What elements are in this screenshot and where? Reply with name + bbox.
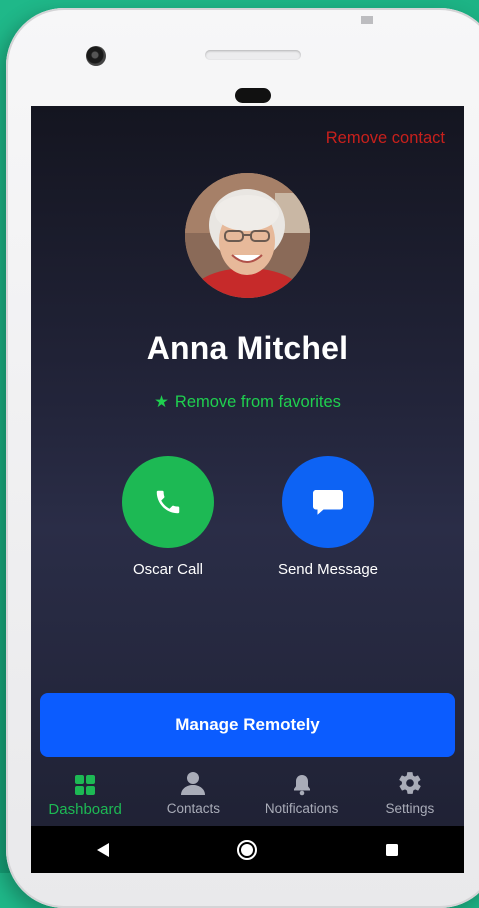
tab-notifications-label: Notifications bbox=[264, 801, 339, 816]
recents-button[interactable] bbox=[362, 830, 422, 870]
remove-contact-link[interactable]: Remove contact bbox=[326, 129, 445, 148]
tab-settings-label: Settings bbox=[385, 801, 435, 816]
remove-favorite-link[interactable]: ★ Remove from favorites bbox=[31, 392, 464, 412]
favorite-label: Remove from favorites bbox=[174, 393, 341, 411]
call-button[interactable] bbox=[122, 456, 214, 548]
home-icon bbox=[237, 839, 258, 860]
call-label: Oscar Call bbox=[132, 561, 203, 578]
phone-top-notch bbox=[361, 16, 373, 24]
message-icon bbox=[313, 490, 343, 515]
tab-dashboard-label: Dashboard bbox=[48, 801, 122, 818]
home-button[interactable] bbox=[217, 830, 277, 870]
phone-icon bbox=[156, 490, 180, 514]
call-action[interactable]: Oscar Call bbox=[98, 456, 238, 578]
recents-icon bbox=[385, 843, 398, 856]
bottom-tab-bar: Dashboard Contacts Notifications Setting… bbox=[31, 766, 464, 826]
message-button[interactable] bbox=[282, 456, 374, 548]
dashboard-icon bbox=[75, 775, 96, 795]
contacts-icon bbox=[181, 772, 206, 795]
tab-settings[interactable]: Settings bbox=[356, 766, 464, 816]
manage-remotely-button[interactable]: Manage Remotely bbox=[40, 693, 455, 757]
earpiece bbox=[235, 88, 271, 103]
avatar-photo bbox=[185, 173, 310, 298]
tab-dashboard[interactable]: Dashboard bbox=[31, 766, 139, 818]
speaker-grill bbox=[205, 50, 301, 60]
star-icon: ★ bbox=[154, 393, 169, 411]
tab-contacts[interactable]: Contacts bbox=[139, 766, 247, 816]
tab-notifications[interactable]: Notifications bbox=[248, 766, 356, 816]
app-screen: Remove contact Anna Mitchel ★ Remove from… bbox=[31, 106, 464, 873]
back-icon bbox=[97, 842, 110, 857]
avatar bbox=[185, 173, 310, 298]
back-button[interactable] bbox=[73, 830, 133, 870]
tab-contacts-label: Contacts bbox=[166, 801, 221, 816]
gear-icon bbox=[399, 772, 421, 794]
system-nav-bar bbox=[31, 826, 464, 873]
message-label: Send Message bbox=[277, 561, 379, 578]
front-camera bbox=[86, 46, 106, 66]
contact-name: Anna Mitchel bbox=[146, 330, 349, 366]
message-action[interactable]: Send Message bbox=[258, 456, 398, 578]
bell-icon bbox=[293, 775, 310, 796]
